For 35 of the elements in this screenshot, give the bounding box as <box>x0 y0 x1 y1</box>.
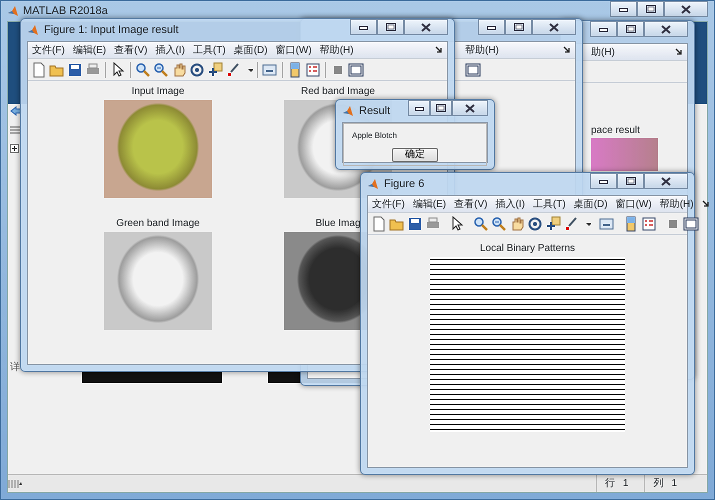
window-title: Figure 6 <box>384 176 424 192</box>
panel-label: 详 <box>10 360 20 375</box>
menu-item[interactable]: 窗口(W) <box>276 42 312 58</box>
axes-title: pace result <box>591 124 641 138</box>
row-value: 1 <box>622 477 628 491</box>
menu-item[interactable]: 帮助(H) <box>465 42 499 58</box>
menu-item[interactable]: 文件(F) <box>372 196 405 212</box>
menu-item[interactable]: 桌面(D) <box>574 196 608 212</box>
menu-item[interactable]: 工具(T) <box>532 196 566 212</box>
window-title: MATLAB R2018a <box>23 4 108 19</box>
menu-item[interactable]: 桌面(D) <box>234 42 268 58</box>
menu-item[interactable]: 插入(I) <box>155 42 185 58</box>
axes-title: Green band Image <box>116 217 200 231</box>
dialog-message: Apple Blotch <box>352 130 398 142</box>
menu-item[interactable]: 编辑(E) <box>412 196 446 212</box>
menu-item[interactable]: 插入(I) <box>495 196 525 212</box>
window-title: Figure 1: Input Image result <box>44 22 179 38</box>
menu-item[interactable]: 编辑(E) <box>72 42 106 58</box>
menu-item[interactable]: 助(H) <box>591 44 615 60</box>
axes-title: Blue Imag <box>315 217 361 231</box>
menu-item[interactable]: 查看(V) <box>454 196 488 212</box>
menu-item[interactable]: 窗口(W) <box>616 196 652 212</box>
axes-title: Input Image <box>132 85 184 99</box>
dialog-title: Result <box>359 104 390 119</box>
axes-title: Red band Image <box>301 85 375 99</box>
column-label: 列 <box>653 477 664 491</box>
column-value: 1 <box>671 477 677 491</box>
menu-item[interactable]: 帮助(H) <box>320 42 354 58</box>
menu-item[interactable]: 工具(T) <box>192 42 226 58</box>
axes-title: Local Binary Patterns <box>480 242 576 256</box>
menu-item[interactable]: 帮助(H) <box>660 196 694 212</box>
menu-item[interactable]: 查看(V) <box>114 42 148 58</box>
menu-item[interactable]: 文件(F) <box>32 42 65 58</box>
row-label: 行 <box>604 477 615 491</box>
ok-button[interactable]: 确定 <box>392 148 438 162</box>
